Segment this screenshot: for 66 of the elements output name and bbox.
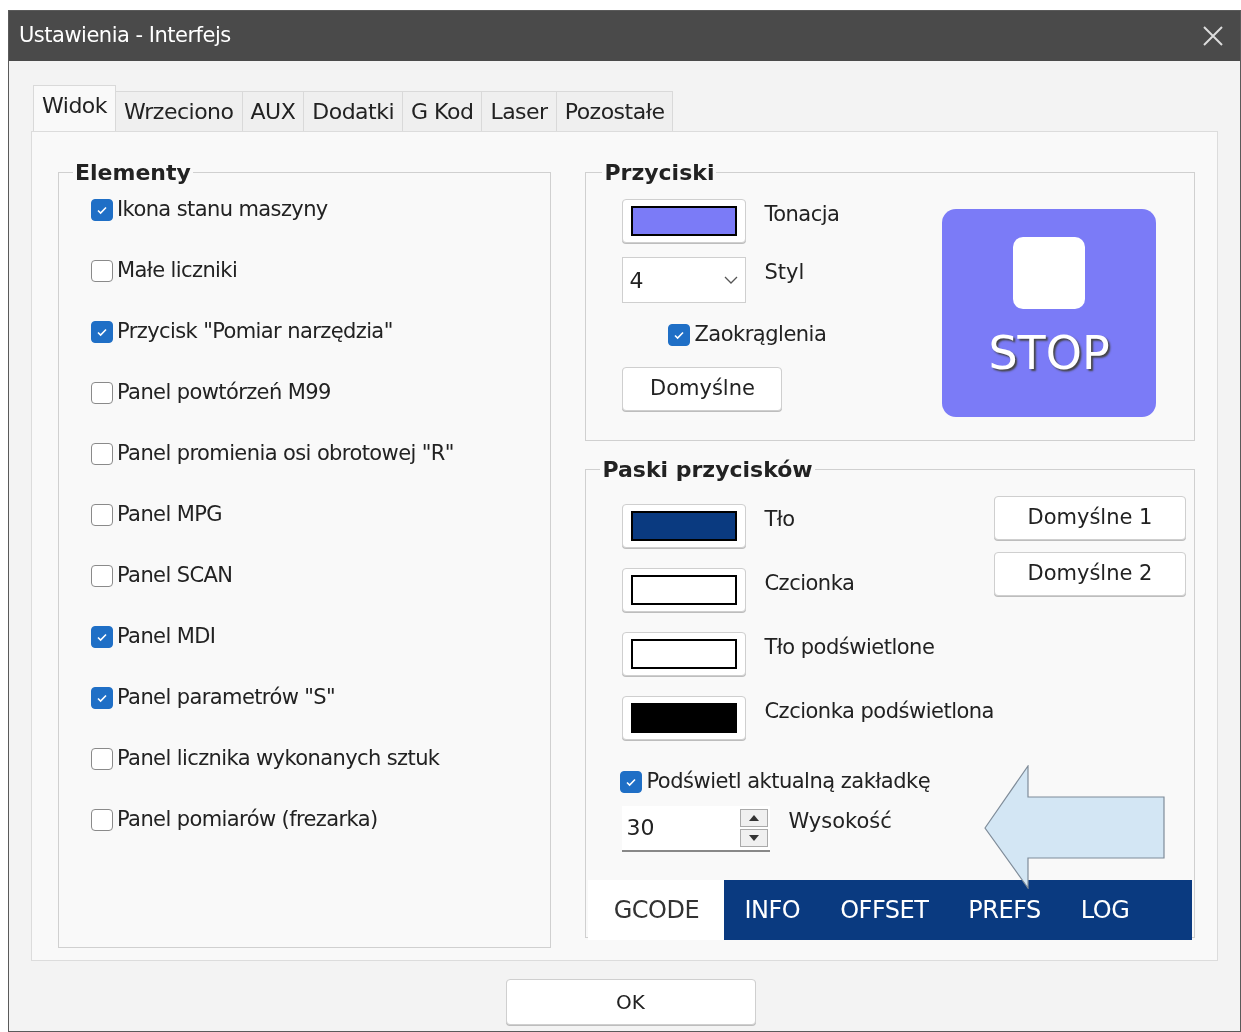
- checkbox-label: Podświetl aktualną zakładkę: [646, 768, 931, 795]
- color-picker-button[interactable]: [622, 568, 747, 612]
- dropdown-label: Styl: [764, 259, 805, 286]
- color-label: Tonacja: [764, 201, 840, 228]
- checkbox-label: Panel MPG: [117, 501, 222, 529]
- tab[interactable]: Dodatki: [303, 91, 404, 131]
- default-button[interactable]: Domyślne 2: [994, 552, 1186, 596]
- default-button[interactable]: Domyślne: [622, 366, 783, 411]
- checkbox[interactable]: [91, 443, 113, 465]
- color-picker-button[interactable]: [622, 696, 747, 740]
- spinbox-label: Wysokość: [788, 807, 892, 835]
- color-label: Tło podświetlone: [764, 634, 935, 661]
- group-title: Przyciski: [603, 159, 716, 187]
- checkbox[interactable]: [668, 323, 691, 346]
- close-icon[interactable]: [1202, 25, 1224, 47]
- checkbox[interactable]: [91, 626, 113, 648]
- checkbox-label: Zaokrąglenia: [694, 321, 827, 348]
- checkbox[interactable]: [91, 687, 113, 709]
- color-label: Tło: [764, 506, 795, 533]
- preview-tab-label: PREFS: [967, 894, 1042, 926]
- checkbox-label: Panel pomiarów (frezarka): [117, 806, 378, 834]
- checkbox[interactable]: [91, 260, 113, 282]
- color-label: Czcionka podświetlona: [764, 698, 994, 725]
- checkbox[interactable]: [91, 809, 113, 831]
- preview-tab-label: OFFSET: [839, 894, 930, 926]
- tab[interactable]: Pozostałe: [555, 91, 674, 131]
- checkbox-label: Przycisk "Pomiar narzędzia": [117, 318, 393, 346]
- chevron-down-icon: [723, 275, 740, 285]
- checkbox-label: Panel powtórzeń M99: [117, 379, 331, 407]
- spinbox-value: 30: [626, 814, 655, 842]
- window-title: Ustawienia - Interfejs: [19, 22, 231, 50]
- checkbox[interactable]: [91, 199, 113, 221]
- preview-label: STOP: [988, 325, 1110, 382]
- stop-icon: [1013, 237, 1085, 309]
- checkbox[interactable]: [91, 504, 113, 526]
- checkbox-label: Panel SCAN: [117, 562, 233, 590]
- checkbox-label: Panel parametrów "S": [117, 684, 336, 712]
- spin-down-icon[interactable]: [740, 828, 769, 847]
- style-dropdown[interactable]: 4: [622, 257, 747, 303]
- tab[interactable]: Laser: [481, 91, 557, 131]
- checkbox[interactable]: [91, 321, 113, 343]
- spin-up-icon[interactable]: [740, 808, 769, 827]
- checkbox-label: Panel promienia osi obrotowej "R": [117, 440, 454, 468]
- height-spinbox[interactable]: 30: [622, 805, 771, 852]
- color-label: Czcionka: [764, 570, 855, 597]
- checkbox[interactable]: [91, 565, 113, 587]
- checkbox-label: Panel licznika wykonanych sztuk: [117, 745, 440, 773]
- checkbox[interactable]: [620, 770, 643, 793]
- default-button[interactable]: Domyślne 1: [994, 496, 1186, 540]
- color-picker-button[interactable]: [622, 199, 747, 243]
- group-title: Elementy: [74, 159, 192, 187]
- preview-tab-label: LOG: [1079, 894, 1131, 926]
- color-picker-button[interactable]: [622, 632, 747, 676]
- group-title: Paski przycisków: [601, 456, 814, 484]
- checkbox-label: Ikona stanu maszyny: [117, 196, 328, 224]
- checkbox[interactable]: [91, 382, 113, 404]
- tab[interactable]: Wrzeciono: [115, 91, 243, 131]
- checkbox-label: Panel MDI: [117, 623, 216, 651]
- checkbox[interactable]: [91, 748, 113, 770]
- color-picker-button[interactable]: [622, 504, 747, 548]
- tab[interactable]: AUX: [241, 91, 305, 131]
- ok-button[interactable]: OK: [505, 979, 756, 1025]
- preview-tab-label: INFO: [743, 894, 802, 926]
- tab[interactable]: Widok: [33, 85, 117, 131]
- checkbox-label: Małe liczniki: [117, 257, 238, 285]
- tab[interactable]: G Kod: [402, 91, 483, 131]
